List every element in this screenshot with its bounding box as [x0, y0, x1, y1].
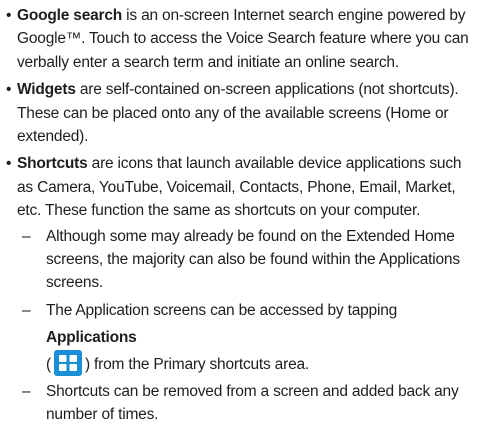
sub-item-text: Shortcuts can be removed from a screen a…: [46, 382, 459, 424]
description-widgets: are self-contained on-screen application…: [17, 81, 459, 146]
sub-item-applications-access: – The Application screens can be accessed…: [22, 297, 473, 378]
term-widgets: Widgets: [17, 81, 76, 99]
list-item-google-search: • Google search is an on-screen Internet …: [6, 4, 473, 74]
list-item-widgets: • Widgets are self-contained on-screen ap…: [6, 78, 473, 148]
term-shortcuts: Shortcuts: [17, 155, 88, 173]
dash: –: [22, 301, 31, 319]
paren-open: (: [46, 355, 51, 373]
dash: –: [22, 227, 31, 245]
manual-page: • Google search is an on-screen Internet …: [0, 0, 483, 423]
applications-grid-icon: [53, 349, 82, 376]
bullet: •: [6, 7, 12, 24]
sub-item-text-after: ) from the Primary shortcuts area.: [84, 355, 310, 373]
dash: –: [22, 382, 31, 400]
bullet: •: [6, 81, 12, 99]
term-applications: Applications: [46, 328, 137, 346]
term-google-search: Google search: [17, 7, 123, 24]
list-item-shortcuts: • Shortcuts are icons that launch availab…: [6, 152, 473, 426]
bullet: •: [6, 155, 12, 173]
sub-item-remove-shortcuts: – Shortcuts can be removed from a screen …: [22, 380, 473, 427]
sub-item-extended-home: – Although some may already be found on t…: [22, 225, 473, 295]
sub-item-text: Although some may already be found on th…: [46, 227, 460, 292]
sub-item-text: The Application screens can be accessed …: [46, 301, 398, 319]
